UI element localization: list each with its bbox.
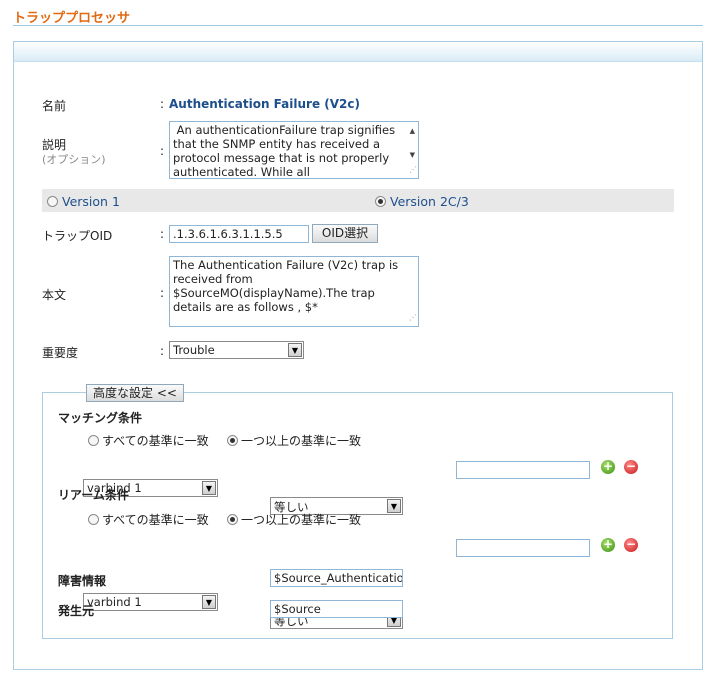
version-1-option[interactable]: Version 1	[47, 194, 120, 209]
matching-title: マッチング条件	[58, 411, 143, 425]
oid-select-button[interactable]: OID選択	[312, 224, 378, 243]
body-label: 本文	[42, 288, 67, 302]
severity-value: Trouble	[173, 343, 215, 357]
severity-select[interactable]: Trouble ▼	[169, 341, 304, 359]
title-divider	[13, 25, 703, 26]
trap-oid-label: トラップOID	[42, 229, 113, 243]
source-input[interactable]: $Source	[270, 600, 403, 618]
name-value: Authentication Failure (V2c)	[169, 97, 360, 111]
rearm-field-select[interactable]: varbind 1 ▼	[83, 593, 218, 611]
name-label: 名前	[42, 99, 67, 113]
chevron-down-icon[interactable]: ▼	[202, 595, 216, 609]
chevron-down-icon[interactable]: ▼	[387, 499, 401, 513]
page-title: トラッププロセッサ	[13, 11, 131, 26]
chevron-down-icon[interactable]: ▼	[202, 481, 216, 495]
colon: :	[160, 144, 165, 158]
version-2c3-option[interactable]: Version 2C/3	[375, 194, 469, 209]
body-text: The Authentication Failure (V2c) trap is…	[173, 258, 402, 314]
rearm-any-option[interactable]: 一つ以上の基準に一致	[227, 511, 361, 528]
resize-grip-icon[interactable]: ⋰	[409, 163, 417, 177]
matching-all-option[interactable]: すべての基準に一致	[88, 432, 209, 449]
matching-any-radio[interactable]	[227, 435, 238, 446]
scroll-down-icon[interactable]: ▼	[410, 148, 415, 162]
minus-circle-icon[interactable]: −	[624, 538, 638, 552]
rearm-all-option[interactable]: すべての基準に一致	[88, 511, 209, 528]
matching-all-radio[interactable]	[88, 435, 99, 446]
version-2c3-label: Version 2C/3	[390, 194, 469, 209]
colon: :	[160, 97, 165, 111]
description-sublabel: (オプション)	[42, 153, 106, 166]
description-text: An authenticationFailure trap signifies …	[173, 123, 399, 179]
version-1-label: Version 1	[62, 194, 120, 209]
rearm-title: リアーム条件	[58, 488, 129, 502]
version-2c3-radio[interactable]	[375, 196, 386, 207]
rearm-value-input[interactable]	[456, 539, 590, 557]
description-textarea[interactable]: An authenticationFailure trap signifies …	[169, 121, 419, 179]
version-bar	[42, 189, 674, 212]
resize-grip-icon[interactable]: ⋰	[409, 311, 417, 325]
matching-all-label: すべての基準に一致	[102, 434, 209, 448]
source-label: 発生元	[58, 604, 95, 618]
version-1-radio[interactable]	[47, 196, 58, 207]
failure-info-input[interactable]: $Source_Authentication	[270, 569, 403, 587]
trap-oid-input[interactable]: .1.3.6.1.6.3.1.1.5.5	[169, 225, 309, 243]
panel-header	[14, 42, 702, 62]
colon: :	[160, 344, 165, 358]
rearm-all-radio[interactable]	[88, 514, 99, 525]
colon: :	[160, 286, 165, 300]
body-textarea[interactable]: The Authentication Failure (V2c) trap is…	[169, 256, 419, 327]
advanced-settings-toggle[interactable]: 高度な設定 <<	[86, 384, 184, 402]
matching-any-label: 一つ以上の基準に一致	[241, 434, 362, 448]
rearm-any-label: 一つ以上の基準に一致	[241, 513, 362, 527]
matching-value-input[interactable]	[456, 461, 590, 479]
rearm-any-radio[interactable]	[227, 514, 238, 525]
minus-circle-icon[interactable]: −	[624, 460, 638, 474]
failure-info-label: 障害情報	[58, 574, 107, 588]
chevron-down-icon[interactable]: ▼	[288, 343, 302, 357]
plus-circle-icon[interactable]: +	[601, 460, 615, 474]
colon: :	[160, 227, 165, 241]
plus-circle-icon[interactable]: +	[601, 538, 615, 552]
matching-any-option[interactable]: 一つ以上の基準に一致	[227, 432, 361, 449]
rearm-field-value: varbind 1	[87, 595, 142, 609]
severity-label: 重要度	[42, 346, 79, 360]
rearm-all-label: すべての基準に一致	[102, 513, 209, 527]
scroll-up-icon[interactable]: ▲	[410, 124, 415, 138]
